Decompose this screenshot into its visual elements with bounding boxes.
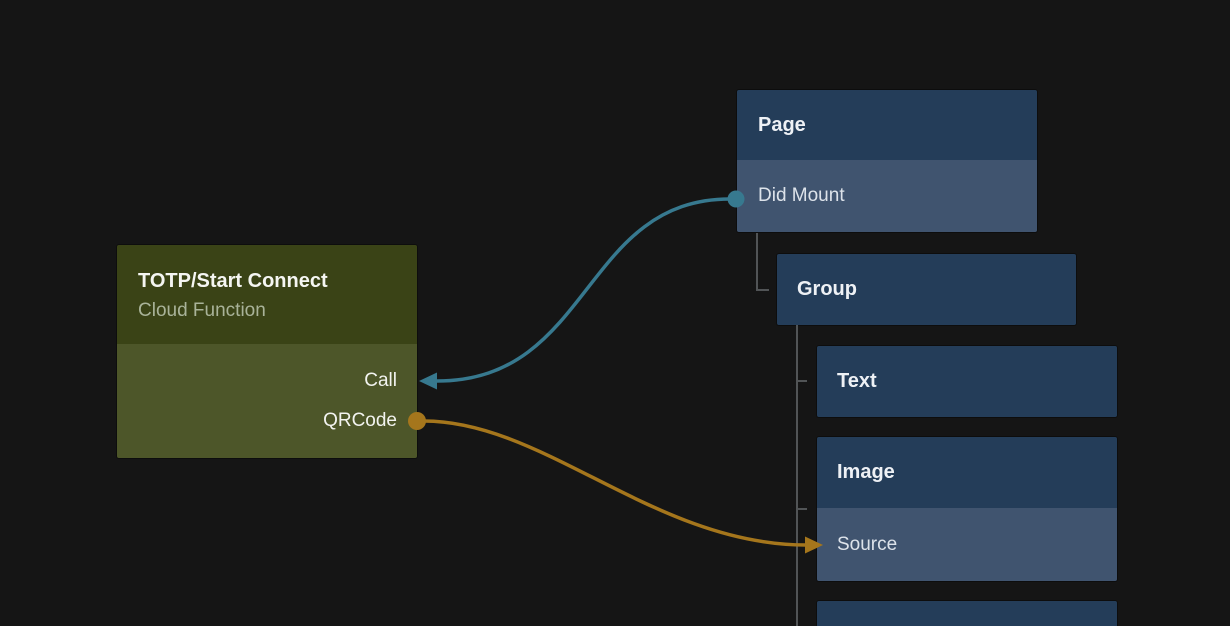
cloud-function-subtitle: Cloud Function <box>138 296 396 326</box>
cloud-function-node[interactable]: TOTP/Start Connect Cloud Function Call Q… <box>117 245 417 458</box>
tree-node-text-title: Text <box>817 346 1117 417</box>
tree-node-image[interactable]: Image Source <box>817 437 1117 581</box>
wire-didmount-to-call[interactable] <box>437 199 730 381</box>
cloud-function-outputs: Call QRCode <box>117 344 417 458</box>
tree-node-partial[interactable] <box>817 601 1117 626</box>
tree-node-text[interactable]: Text <box>817 346 1117 417</box>
output-port-call[interactable]: Call <box>117 361 397 401</box>
tree-node-group-title: Group <box>777 254 1076 325</box>
tree-node-image-property-source[interactable]: Source <box>817 508 1117 581</box>
tree-node-image-title: Image <box>817 437 1117 508</box>
node-editor-canvas[interactable]: TOTP/Start Connect Cloud Function Call Q… <box>0 0 1230 626</box>
tree-node-page-title: Page <box>737 90 1037 160</box>
arrowhead-call <box>419 373 437 390</box>
output-port-qrcode[interactable]: QRCode <box>117 401 397 441</box>
wire-qrcode-to-source[interactable] <box>424 421 806 545</box>
cloud-function-title: TOTP/Start Connect <box>138 267 396 296</box>
tree-connector-page-to-group <box>757 233 769 290</box>
cloud-function-header: TOTP/Start Connect Cloud Function <box>117 245 417 344</box>
tree-node-partial-header <box>817 601 1117 626</box>
tree-node-page-event-did-mount[interactable]: Did Mount <box>737 160 1037 232</box>
tree-node-page[interactable]: Page Did Mount <box>737 90 1037 232</box>
tree-node-group[interactable]: Group <box>777 254 1076 325</box>
